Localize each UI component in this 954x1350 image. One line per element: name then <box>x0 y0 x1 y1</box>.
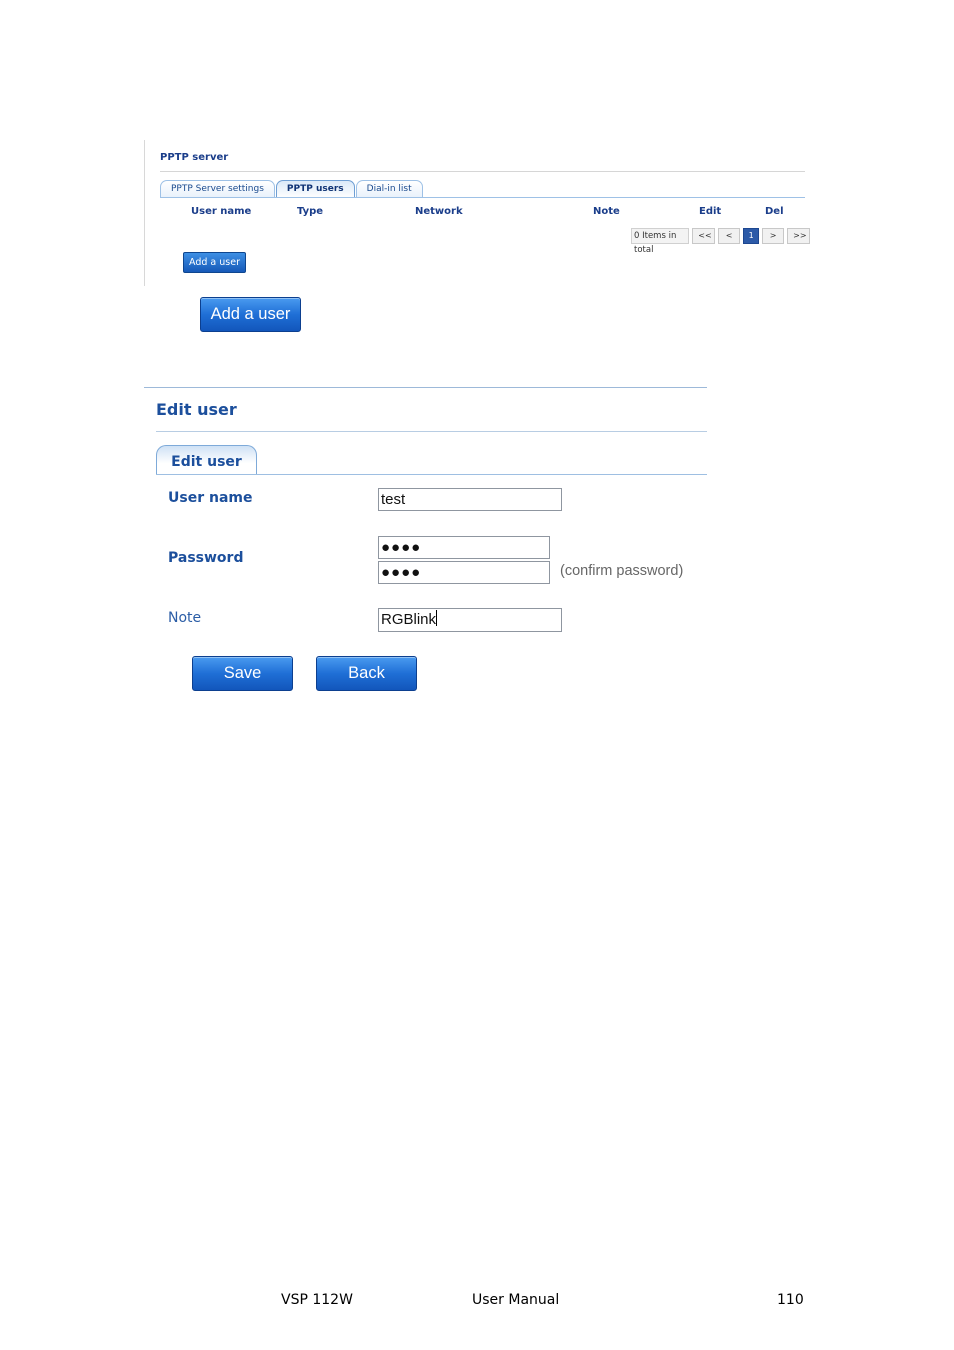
password-label: Password <box>168 550 244 566</box>
column-header-type: Type <box>297 206 324 217</box>
tab-dial-in-list[interactable]: Dial-in list <box>355 180 423 198</box>
tab-pptp-users[interactable]: PPTP users <box>275 180 355 198</box>
items-total-text: 0 Items in total <box>631 228 690 255</box>
edit-user-tab-baseline <box>156 474 707 475</box>
pptp-tab-bar: PPTP Server settings PPTP users Dial-in … <box>160 180 424 198</box>
pptp-server-title: PPTP server <box>160 152 229 163</box>
tab-bar-baseline <box>160 197 805 198</box>
username-input[interactable]: test <box>378 488 562 511</box>
footer-doc-title: User Manual <box>472 1292 560 1308</box>
title-divider <box>160 171 805 172</box>
text-cursor <box>436 610 438 626</box>
prev-page-button[interactable]: < <box>718 228 741 244</box>
username-label: User name <box>168 490 253 506</box>
column-header-edit: Edit <box>699 206 722 217</box>
footer-page-number: 110 <box>777 1292 804 1308</box>
tab-edit-user[interactable]: Edit user <box>156 445 257 475</box>
column-header-note: Note <box>593 206 620 217</box>
add-user-button-small[interactable]: Add a user <box>183 252 246 273</box>
edit-user-title-divider <box>156 431 707 432</box>
confirm-password-hint: (confirm password) <box>560 563 684 579</box>
confirm-password-input[interactable]: ●●●● <box>378 561 550 584</box>
tab-pptp-server-settings[interactable]: PPTP Server settings <box>160 180 275 198</box>
note-label: Note <box>168 610 202 626</box>
column-header-del: Del <box>765 206 784 217</box>
note-input[interactable]: RGBlink <box>378 608 562 632</box>
edit-user-title: Edit user <box>156 400 237 419</box>
column-header-network: Network <box>415 206 463 217</box>
password-input[interactable]: ●●●● <box>378 536 550 559</box>
note-input-value: RGBlink <box>381 611 437 628</box>
current-page-button[interactable]: 1 <box>743 228 760 244</box>
add-user-button[interactable]: Add a user <box>200 297 301 332</box>
save-button[interactable]: Save <box>192 656 293 691</box>
column-header-user-name: User name <box>191 206 252 217</box>
pagination: 0 Items in total << < 1 > >> <box>631 228 810 255</box>
footer-product: VSP 112W <box>281 1292 353 1308</box>
last-page-button[interactable]: >> <box>787 228 810 244</box>
edit-user-top-divider <box>144 387 707 388</box>
next-page-button[interactable]: > <box>762 228 785 244</box>
first-page-button[interactable]: << <box>692 228 716 244</box>
back-button[interactable]: Back <box>316 656 417 691</box>
pptp-server-panel: PPTP server PPTP Server settings PPTP us… <box>144 140 810 286</box>
